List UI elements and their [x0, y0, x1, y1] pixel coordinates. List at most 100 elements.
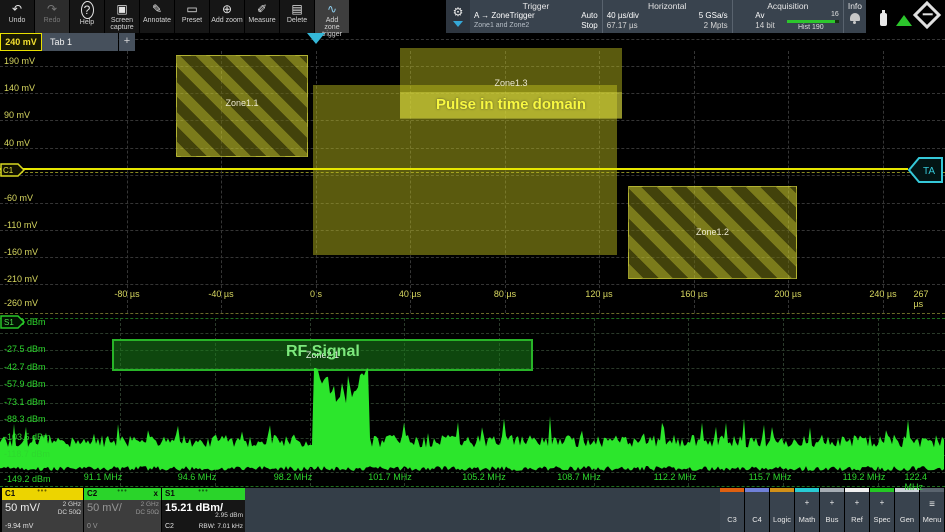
zone-rect-zone1-2[interactable]: Zone1.2 [628, 186, 797, 279]
redo-button[interactable]: ↷Redo [35, 0, 69, 33]
trigger-state: Stop [581, 21, 597, 31]
c1-channel-tag[interactable]: C1 [0, 163, 26, 178]
acquisition-panel[interactable]: Acquisition Av 14 bit 16 Hist 190 [732, 0, 843, 33]
gen-button[interactable]: Gen [895, 488, 919, 532]
c1-signal-box[interactable]: C1 ••• 50 mV/ 2 GHz DC 50Ω -9.94 mV [2, 488, 83, 532]
c3-button[interactable]: C3 [720, 488, 744, 532]
y-axis-label: 90 mV [4, 110, 30, 120]
math-button[interactable]: +Math [795, 488, 819, 532]
annotate-icon: ✎ [152, 1, 162, 17]
gridline [0, 455, 945, 456]
redo-icon: ↷ [47, 1, 57, 17]
delete-icon: ▤ [291, 1, 302, 17]
trigger-mode: Auto [581, 11, 597, 21]
bus-button[interactable]: +Bus [820, 488, 844, 532]
add-zone-trigger-icon: ∿ [327, 1, 337, 17]
delete-label: Delete [287, 17, 307, 24]
x-axis-label: 240 µs [869, 289, 896, 299]
c2-signal-box[interactable]: C2 ••• x 50 mV/ 2 GHz DC 50Ω 0 V [84, 488, 161, 532]
y-axis-label: -210 mV [4, 274, 38, 284]
add-tab-button[interactable]: + [119, 33, 135, 51]
x-axis-label: 94.6 MHz [178, 472, 217, 482]
help-label: Help [80, 19, 94, 26]
trigger-panel[interactable]: Trigger A → ZoneTrigger Auto Zone1 and Z… [470, 0, 602, 33]
zone1-2-label: Zone1.2 [629, 227, 796, 237]
channel-offset-label[interactable]: 240 mV [0, 33, 42, 51]
menu-button[interactable]: ≡Menu [920, 488, 944, 532]
x-axis-label: -40 µs [208, 289, 233, 299]
preset-button[interactable]: ▭Preset [175, 0, 209, 33]
redo-label: Redo [44, 17, 61, 24]
status-panel: Trigger A → ZoneTrigger Auto Zone1 and Z… [470, 0, 866, 33]
x-axis-label: 120 µs [585, 289, 612, 299]
add-zoom-button[interactable]: ⊕Add zoom [210, 0, 244, 33]
trigger-position-marker[interactable] [307, 33, 325, 44]
rf-signal-annotation[interactable]: RF Signal [286, 343, 360, 361]
annotate-button[interactable]: ✎Annotate [140, 0, 174, 33]
svg-text:S1: S1 [4, 318, 14, 327]
add-zone-trigger-button[interactable]: ∿Add zone trigger [315, 0, 349, 33]
c2-coupling: DC 50Ω [136, 509, 159, 517]
horizontal-panel[interactable]: Horizontal 40 µs/div 67.17 µs 5 GSa/s 2 … [602, 0, 732, 33]
c1-bandwidth: 2 GHz [58, 501, 81, 509]
info-panel[interactable]: Info [843, 0, 866, 33]
c2-offset: 0 V [87, 523, 98, 530]
x-axis-label: 101.7 MHz [368, 472, 412, 482]
add-zoom-label: Add zoom [211, 17, 243, 24]
ref-button[interactable]: +Ref [845, 488, 869, 532]
c2-box-name: C2 [87, 489, 97, 498]
screen-capture-button[interactable]: ▣Screen capture [105, 0, 139, 33]
zone1-3-label: Zone1.3 [400, 78, 622, 88]
button-label: C4 [752, 515, 762, 524]
trigger-settings-button[interactable]: ⚙ [446, 0, 470, 33]
trigger-annotation-tag[interactable]: TA [908, 157, 944, 184]
x-axis-label: 122.4 MHz [905, 472, 932, 492]
spec-button[interactable]: +Spec [870, 488, 894, 532]
add-zoom-icon: ⊕ [222, 1, 232, 17]
s1-rbw: RBW: 7.01 kHz [199, 523, 243, 530]
s1-reference: 2.95 dBm [215, 512, 243, 520]
pulse-annotation[interactable]: Pulse in time domain [400, 92, 622, 119]
c2-scale: 50 mV/ [87, 502, 122, 514]
color-stripe [795, 488, 819, 492]
c1-box-name: C1 [5, 489, 15, 498]
y-axis-label: -118.7 dBm [4, 449, 50, 459]
s1-signal-tag[interactable]: S1 [0, 315, 26, 330]
svg-text:TA: TA [923, 166, 935, 177]
acquisition-resolution: 14 bit [755, 21, 775, 31]
x-axis-label: 0 s [310, 289, 322, 299]
x-axis-label: 112.2 MHz [654, 472, 697, 482]
help-button[interactable]: ?Help [70, 0, 104, 33]
c1-scale: 50 mV/ [5, 502, 40, 514]
time-chart-bottom-ruler [0, 313, 945, 314]
rs-logo [913, 1, 941, 29]
undo-button[interactable]: ↶Undo [0, 0, 34, 33]
delete-button[interactable]: ▤Delete [280, 0, 314, 33]
signal-bar [245, 488, 720, 532]
gridline [0, 385, 945, 386]
tab-tab1[interactable]: Tab 1 [42, 33, 118, 51]
y-axis-label: -42.7 dBm [4, 362, 46, 372]
button-label: Logic [773, 515, 791, 524]
y-axis-label: -57.9 dBm [4, 379, 46, 389]
s1-signal-box[interactable]: S1 ••• 15.21 dBm/ 2.95 dBm C2 RBW: 7.01 … [162, 488, 245, 532]
close-icon[interactable]: x [154, 488, 158, 500]
c1-trace [0, 168, 908, 170]
measure-label: Measure [248, 17, 275, 24]
history-count: Hist 190 [798, 24, 824, 32]
record-length: 2 Mpts [699, 21, 728, 31]
annotate-label: Annotate [143, 17, 171, 24]
x-axis-label: 160 µs [680, 289, 707, 299]
button-label: Menu [923, 515, 942, 524]
preset-label: Preset [182, 17, 202, 24]
gridline [0, 403, 945, 404]
horizontal-title: Horizontal [607, 1, 728, 11]
c4-button[interactable]: C4 [745, 488, 769, 532]
plus-icon: + [805, 498, 810, 507]
c1-offset: -9.94 mV [5, 523, 33, 530]
measure-button[interactable]: ✐Measure [245, 0, 279, 33]
logic-button[interactable]: Logic [770, 488, 794, 532]
gridline [594, 318, 595, 486]
zone-rect-zone1-1[interactable]: Zone1.1 [176, 55, 308, 157]
drag-grip-icon: ••• [37, 489, 47, 495]
